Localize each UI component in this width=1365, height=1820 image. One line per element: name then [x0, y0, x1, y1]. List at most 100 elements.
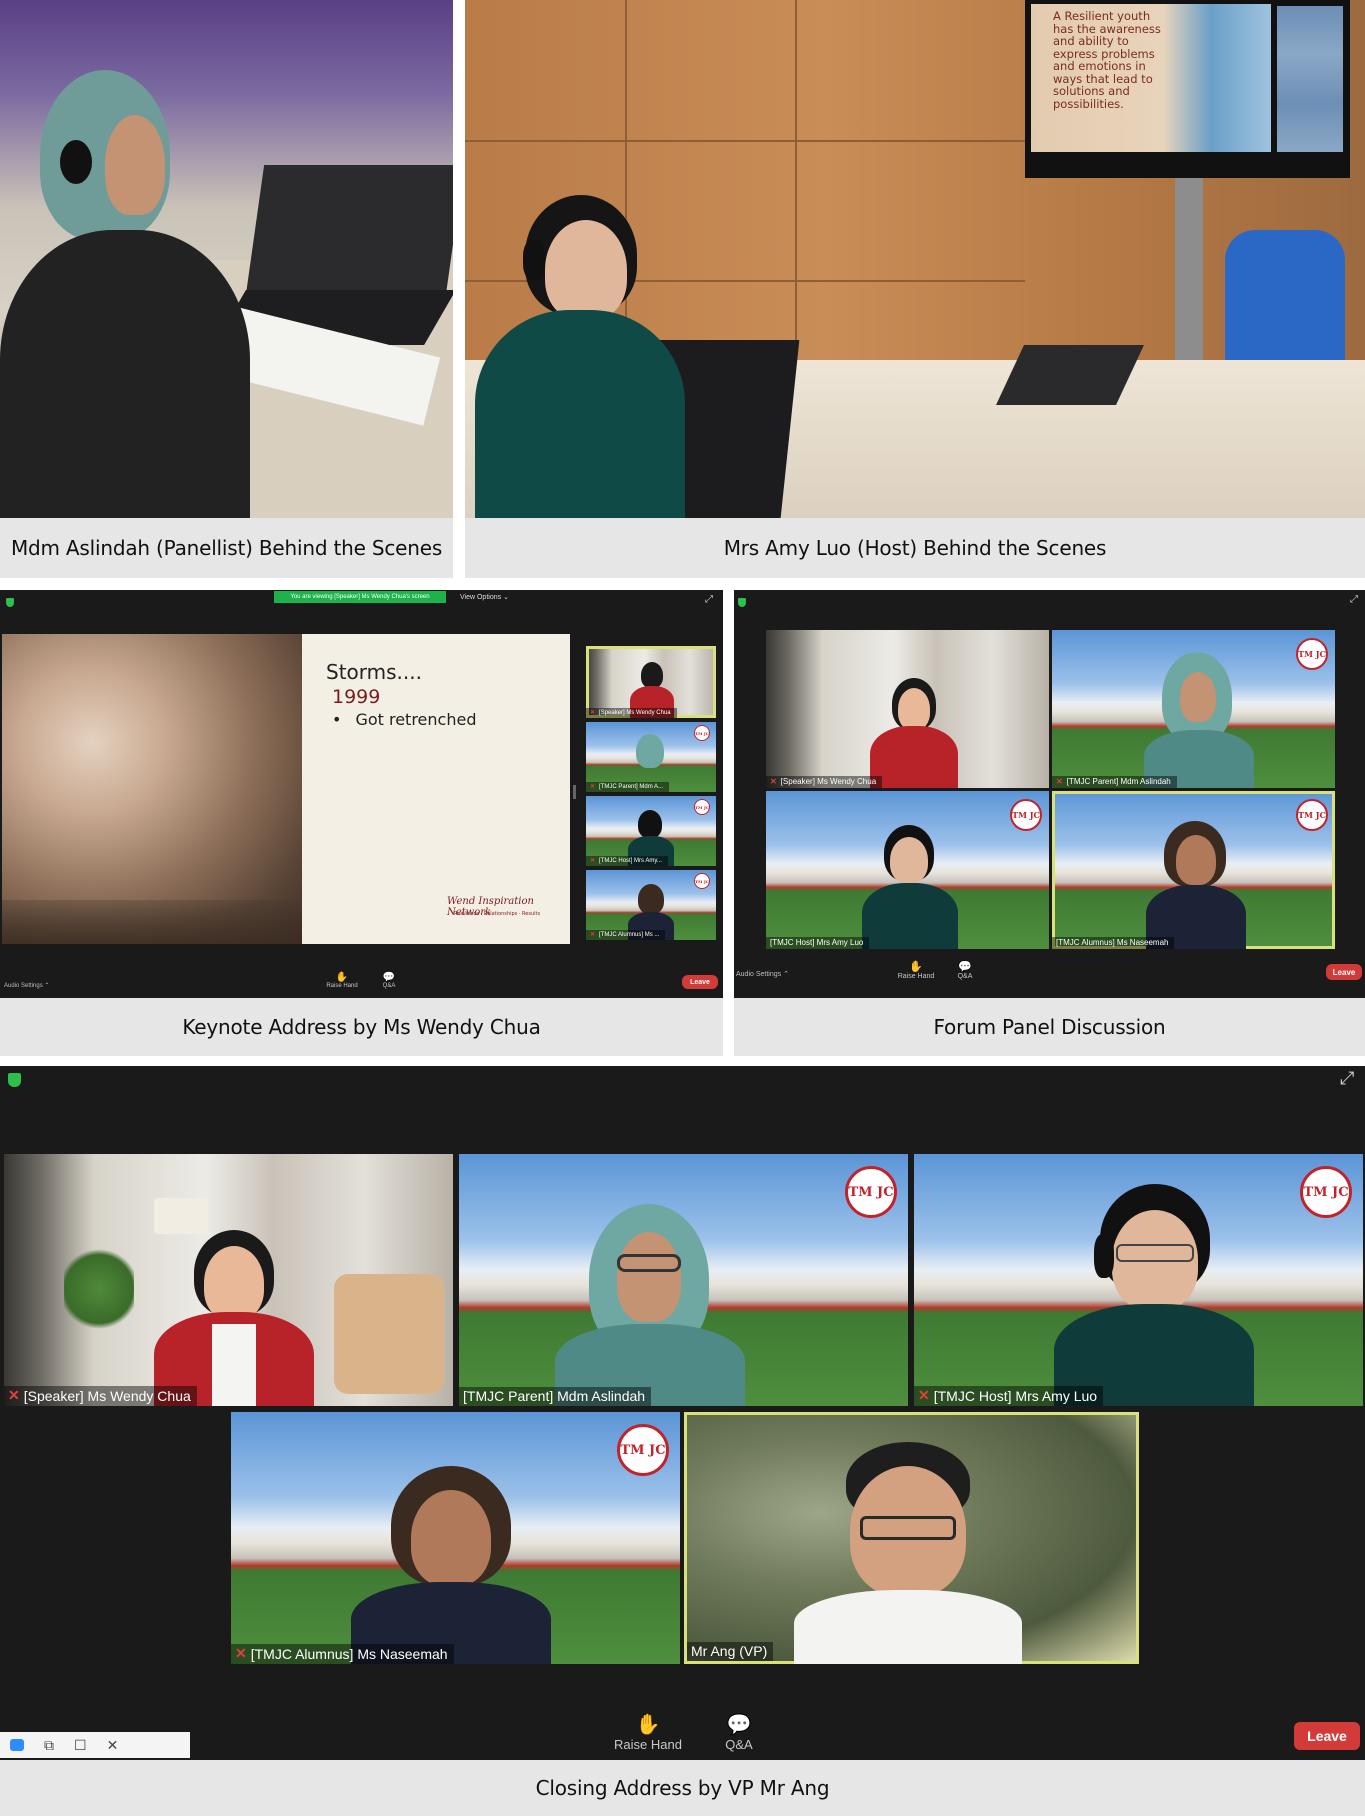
- raise-hand-button[interactable]: ✋ Raise Hand: [894, 960, 938, 980]
- zoom-closing-window: ⤢ ✕ [Speaker] Ms Wendy Chua TM JC [TMJC P…: [0, 1066, 1365, 1760]
- crest-logo: TM JC: [845, 1166, 897, 1218]
- storm-fence: [2, 900, 302, 944]
- tile-label: ✕ [TMJC Host] Mrs Amy...: [586, 856, 668, 866]
- crest-logo: TM JC: [1300, 1166, 1352, 1218]
- qa-button[interactable]: 💬 Q&A: [950, 960, 980, 980]
- tile-label: [TMJC Alumnus] Ms Naseemah: [1052, 937, 1175, 949]
- tile-label: [TMJC Host] Mrs Amy Luo: [766, 937, 870, 949]
- tile-alumnus-naseemah[interactable]: TM JC [TMJC Alumnus] Ms Naseemah: [1052, 791, 1335, 949]
- thumb-parent-aslindah[interactable]: TM JC ✕ [TMJC Parent] Mdm A...: [586, 722, 716, 792]
- lamp: [154, 1198, 208, 1234]
- tile-parent-aslindah[interactable]: TM JC [TMJC Parent] Mdm Aslindah: [459, 1154, 908, 1406]
- crest-logo: TM JC: [1296, 799, 1328, 831]
- crest-logo: TM JC: [694, 799, 710, 815]
- shield-icon[interactable]: [8, 1073, 21, 1087]
- hand-icon: ✋: [635, 1714, 661, 1736]
- thumb-speaker-wendy[interactable]: ✕ [Speaker] Ms Wendy Chua: [586, 646, 716, 718]
- tile-label: ✕ [Speaker] Ms Wendy Chua: [4, 1386, 197, 1406]
- chat-bubbles-icon: 💬: [726, 1714, 752, 1736]
- crest-logo: TM JC: [694, 725, 710, 741]
- tv-quote: A Resilient youth has the awareness and …: [1053, 9, 1161, 111]
- person-face: [545, 220, 627, 320]
- thumb-alumnus-naseemah[interactable]: TM JC ✕ [TMJC Alumnus] Ms ...: [586, 870, 716, 940]
- shield-icon[interactable]: [6, 598, 14, 607]
- tile-parent-aslindah[interactable]: TM JC ✕ [TMJC Parent] Mdm Aslindah: [1052, 630, 1335, 788]
- tile-speaker-wendy[interactable]: ✕ [Speaker] Ms Wendy Chua: [4, 1154, 453, 1406]
- hand-icon: ✋: [335, 972, 349, 983]
- raise-hand-button[interactable]: ✋ Raise Hand: [610, 1712, 686, 1752]
- mic-off-icon: ✕: [590, 710, 596, 716]
- share-banner-text: You are viewing [Speaker] Ms Wendy Chua'…: [290, 594, 430, 600]
- caption-closing: Closing Address by VP Mr Ang: [0, 1760, 1365, 1816]
- leave-button[interactable]: Leave: [1294, 1722, 1360, 1750]
- photo-aslindah-behind-scenes: [0, 0, 453, 518]
- panel-divider[interactable]: [573, 785, 576, 799]
- leave-button[interactable]: Leave: [682, 975, 718, 989]
- audio-settings-button[interactable]: Audio Settings ⌃: [4, 982, 49, 989]
- mic-off-icon: ✕: [770, 777, 777, 786]
- tile-label: ✕ [Speaker] Ms Wendy Chua: [586, 708, 677, 718]
- mic-off-icon: ✕: [590, 858, 596, 864]
- caption-forum: Forum Panel Discussion: [734, 998, 1365, 1056]
- mic-off-icon: ✕: [1056, 777, 1063, 786]
- view-options-button[interactable]: View Options ⌄: [460, 591, 518, 603]
- laptop: [245, 165, 453, 295]
- tile-speaker-wendy[interactable]: ✕ [Speaker] Ms Wendy Chua: [766, 630, 1049, 788]
- crest-logo: TM JC: [1010, 799, 1042, 831]
- caption-aslindah: Mdm Aslindah (Panellist) Behind the Scen…: [0, 518, 453, 578]
- tile-label: [TMJC Parent] Mdm Aslindah: [459, 1387, 652, 1406]
- raise-hand-button[interactable]: ✋ Raise Hand: [322, 972, 362, 989]
- tile-vp-ang[interactable]: Mr Ang (VP): [684, 1412, 1139, 1664]
- slide-storm-image: [2, 634, 302, 944]
- tile-label: ✕ [TMJC Alumnus] Ms Naseemah: [231, 1644, 454, 1664]
- zoom-app-icon[interactable]: [10, 1739, 24, 1751]
- tile-label: ✕ [TMJC Parent] Mdm Aslindah: [1052, 776, 1177, 788]
- slide-bullet: • Got retrenched: [332, 710, 477, 729]
- crest-logo: TM JC: [1296, 638, 1328, 670]
- headset-icon: [1094, 1234, 1114, 1278]
- photo-amy-behind-scenes: A Resilient youth has the awareness and …: [465, 0, 1365, 518]
- armchair: [334, 1274, 444, 1394]
- qa-button[interactable]: 💬 Q&A: [716, 1712, 762, 1752]
- slide-title: Storms....: [326, 660, 422, 684]
- expand-icon[interactable]: ⤢: [1350, 594, 1358, 605]
- slide-bullet-text: Got retrenched: [355, 710, 477, 729]
- tile-alumnus-naseemah[interactable]: TM JC ✕ [TMJC Alumnus] Ms Naseemah: [231, 1412, 680, 1664]
- person-face: [105, 115, 165, 215]
- expand-icon[interactable]: ⤢: [705, 594, 713, 605]
- mic-off-icon: ✕: [918, 1387, 930, 1403]
- person-body: [475, 310, 685, 518]
- tile-label: ✕ [Speaker] Ms Wendy Chua: [766, 776, 883, 788]
- share-banner: You are viewing [Speaker] Ms Wendy Chua'…: [274, 591, 446, 603]
- mic-off-icon: ✕: [590, 932, 596, 938]
- hand-icon: ✋: [909, 961, 923, 973]
- audio-settings-button[interactable]: Audio Settings ⌃: [736, 970, 789, 978]
- tv-stand: [1175, 178, 1203, 378]
- mic-off-icon: ✕: [235, 1645, 247, 1661]
- qa-button[interactable]: 💬 Q&A: [374, 972, 404, 989]
- tile-host-amy[interactable]: TM JC ✕ [TMJC Host] Mrs Amy Luo: [914, 1154, 1363, 1406]
- tile-label: ✕ [TMJC Host] Mrs Amy Luo: [914, 1386, 1104, 1406]
- caption-amy: Mrs Amy Luo (Host) Behind the Scenes: [465, 518, 1365, 578]
- shield-icon[interactable]: [738, 598, 746, 607]
- leave-button[interactable]: Leave: [1326, 964, 1362, 980]
- tile-label: ✕ [TMJC Parent] Mdm A...: [586, 782, 670, 792]
- expand-icon[interactable]: ⤢: [1340, 1068, 1354, 1089]
- slide-text-panel: Storms.... 1999 • Got retrenched Wend Ins…: [302, 634, 570, 944]
- mic-off-icon: ✕: [590, 784, 596, 790]
- chair: [1225, 230, 1345, 370]
- maximize-icon[interactable]: ☐: [74, 1737, 87, 1754]
- mic-off-icon: ✕: [8, 1387, 20, 1403]
- zoom-forum-window: ⤢ ✕ [Speaker] Ms Wendy Chua TM JC ✕ [TMJC …: [734, 590, 1365, 998]
- plant: [64, 1244, 134, 1334]
- headset-icon: [523, 240, 545, 280]
- chat-bubbles-icon: 💬: [382, 972, 396, 983]
- tile-host-amy[interactable]: TM JC [TMJC Host] Mrs Amy Luo: [766, 791, 1049, 949]
- close-icon[interactable]: ✕: [107, 1737, 119, 1754]
- restore-icon[interactable]: ⧉: [44, 1737, 54, 1754]
- chat-bubbles-icon: 💬: [958, 961, 972, 973]
- caption-keynote: Keynote Address by Ms Wendy Chua: [0, 998, 723, 1056]
- window-controls-bar: ⧉ ☐ ✕: [0, 1732, 190, 1758]
- chevron-down-icon: ⌄: [503, 594, 509, 601]
- thumb-host-amy[interactable]: TM JC ✕ [TMJC Host] Mrs Amy...: [586, 796, 716, 866]
